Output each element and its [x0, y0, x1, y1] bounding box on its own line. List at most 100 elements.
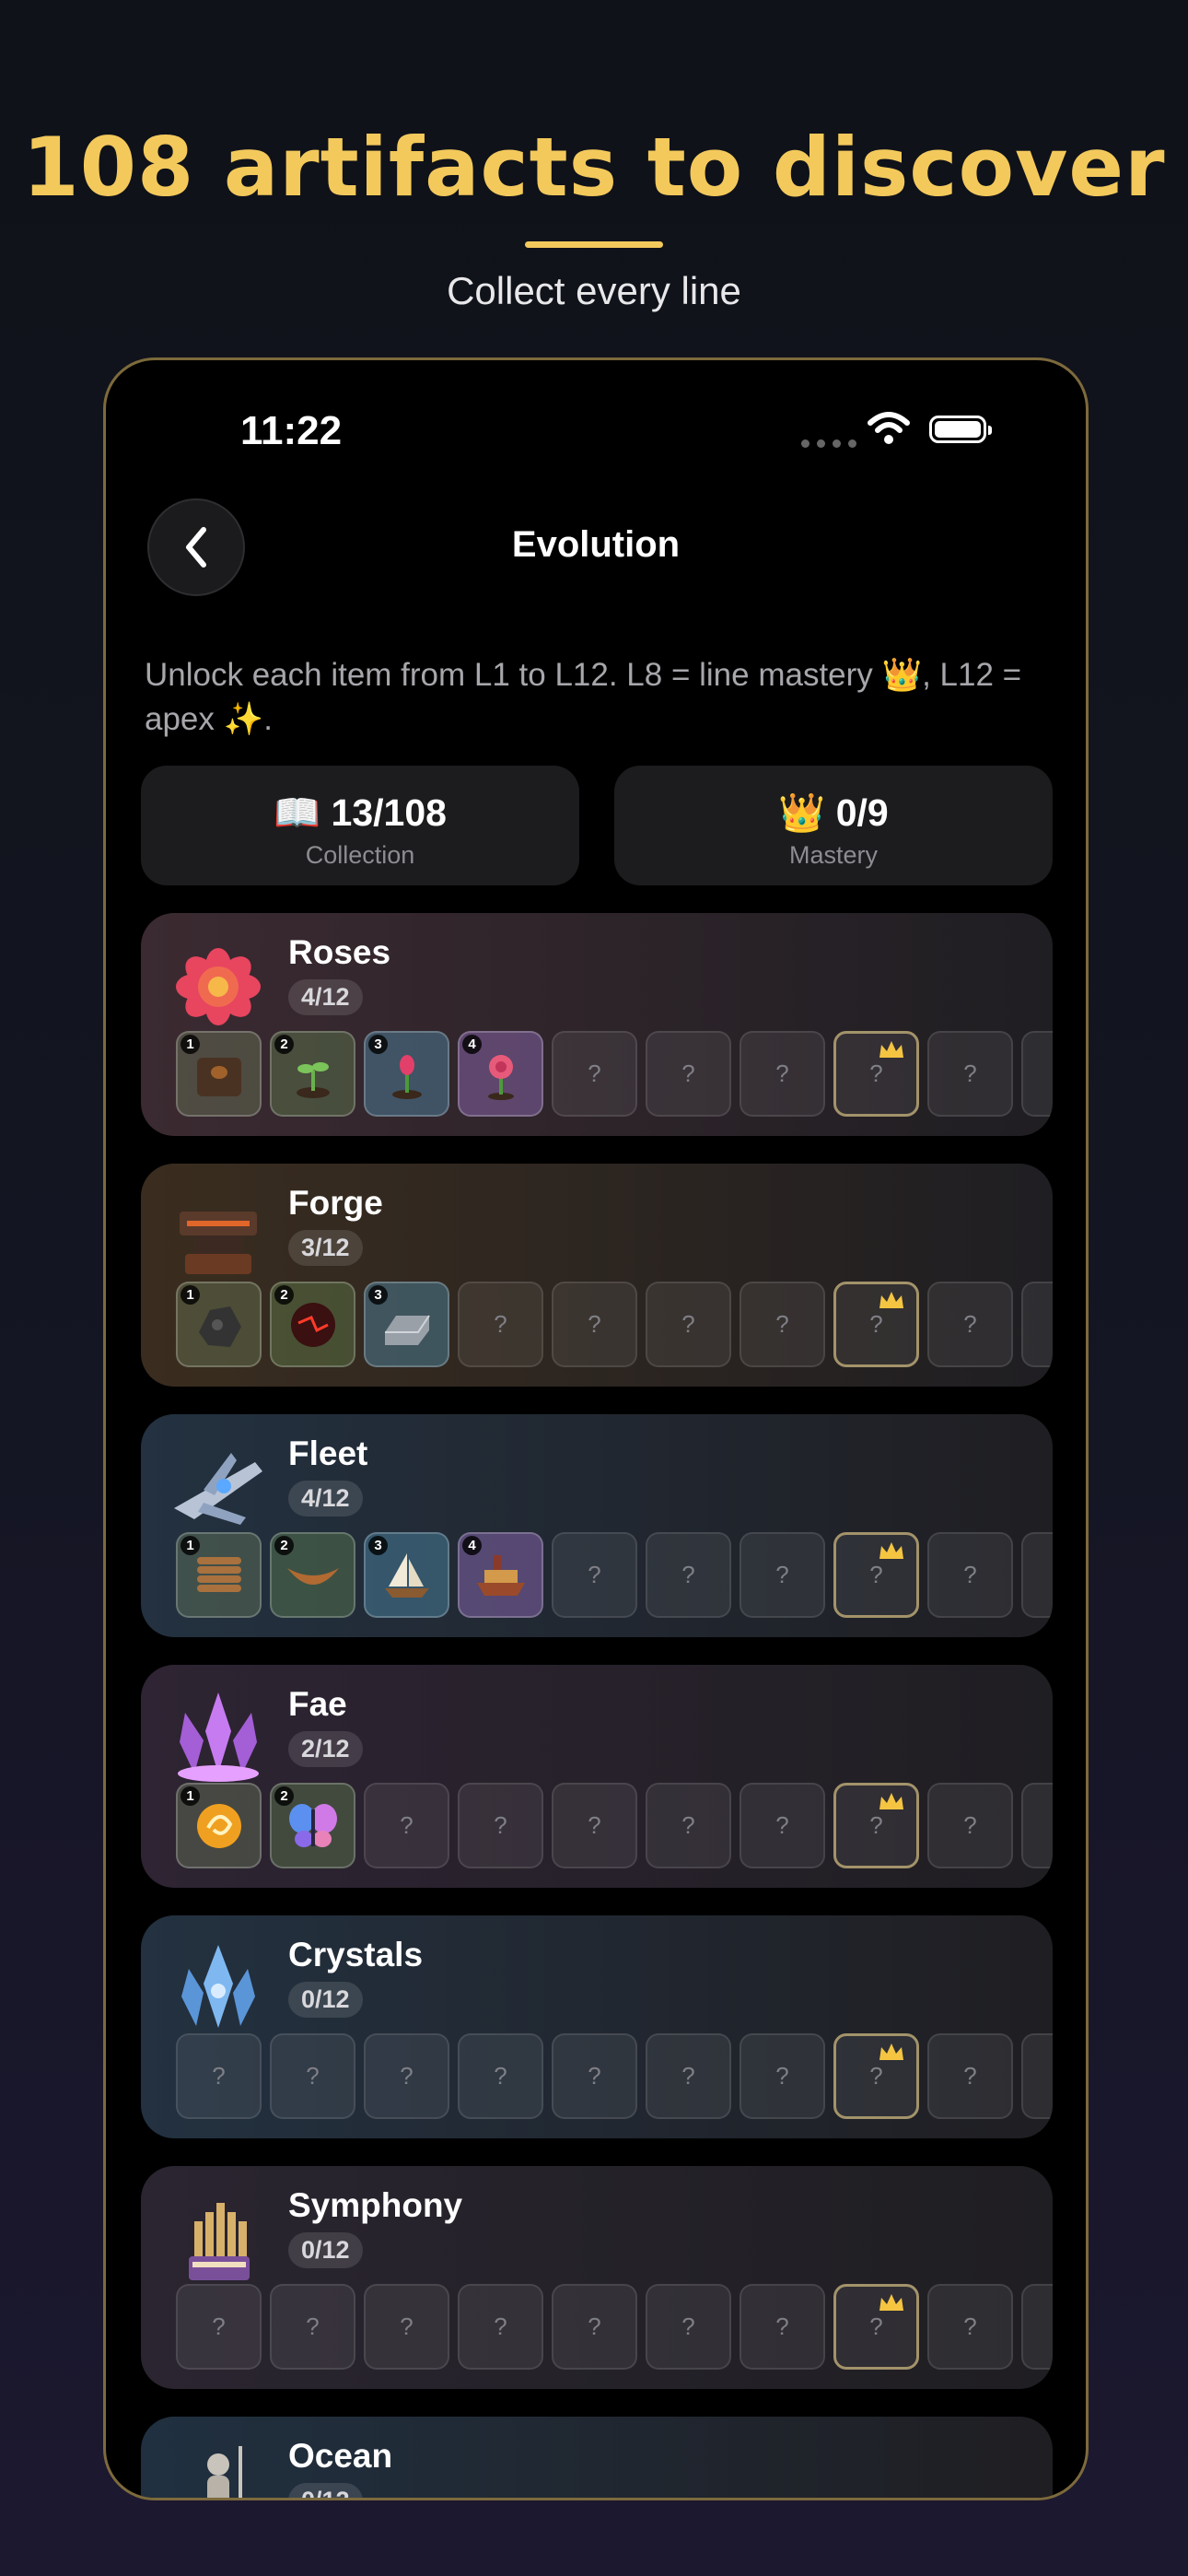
line-name: Forge	[288, 1184, 383, 1222]
item-slot-locked[interactable]: ?	[740, 1282, 825, 1367]
crystal-cluster-icon	[181, 1945, 255, 2028]
item-level-badge: 3	[368, 1536, 388, 1555]
item-slot-locked[interactable]: ?	[646, 1282, 731, 1367]
item-slot-locked[interactable]: ?	[552, 1783, 637, 1868]
item-slot-locked[interactable]: ?	[552, 2284, 637, 2370]
item-slot-locked[interactable]: ?	[740, 1532, 825, 1618]
item-slot-unlocked[interactable]: 1	[176, 1031, 262, 1117]
item-slot-locked[interactable]: ?	[740, 2284, 825, 2370]
item-slot-mastery-locked[interactable]: ?	[833, 1532, 919, 1618]
item-slot-locked[interactable]: ?	[646, 2033, 731, 2119]
item-level-badge: 3	[368, 1285, 388, 1305]
rose-flower-icon	[176, 948, 261, 1025]
item-slot-locked[interactable]: ?	[270, 2033, 355, 2119]
item-slot-locked[interactable]: ?	[646, 1783, 731, 1868]
item-slot-locked[interactable]: ?	[176, 2284, 262, 2370]
item-slot-unlocked[interactable]: 2	[270, 1783, 355, 1868]
item-level-badge: 1	[181, 1786, 200, 1806]
item-slot-unlocked[interactable]: 4	[458, 1031, 543, 1117]
item-slot-locked[interactable]: ?	[458, 1783, 543, 1868]
item-slot-mastery-locked[interactable]: ?	[833, 2284, 919, 2370]
item-level-badge: 2	[274, 1536, 294, 1555]
item-slot-locked[interactable]: ?	[927, 1783, 1013, 1868]
line-card-forge[interactable]: Forge 3/12 1 2 3???????	[141, 1164, 1053, 1387]
item-slot-mastery-locked[interactable]: ?	[833, 1282, 919, 1367]
item-slot-locked[interactable]: ?	[646, 1532, 731, 1618]
item-slot-locked[interactable]: ?	[552, 1282, 637, 1367]
locked-placeholder: ?	[400, 2313, 413, 2340]
item-slot-unlocked[interactable]: 4	[458, 1532, 543, 1618]
item-slot-mastery-locked[interactable]: ?	[833, 1031, 919, 1117]
mastery-crown-icon	[879, 1292, 903, 1308]
item-slot-locked[interactable]: ?	[927, 1532, 1013, 1618]
item-slot-locked[interactable]: ?	[646, 2284, 731, 2370]
locked-placeholder: ?	[869, 1811, 883, 1839]
line-card-fleet[interactable]: Fleet 4/12 1 2 3 4??????	[141, 1414, 1053, 1637]
molten-ore-icon	[290, 1302, 335, 1347]
item-slot-locked[interactable]: ?	[1021, 1031, 1053, 1117]
item-slot-locked[interactable]: ?	[1021, 2033, 1053, 2119]
item-slot-locked[interactable]: ?	[646, 1031, 731, 1117]
poseidon-statue-icon	[207, 2446, 242, 2498]
locked-placeholder: ?	[775, 1811, 789, 1839]
item-slot-locked[interactable]: ?	[740, 1783, 825, 1868]
battery-icon	[929, 416, 992, 443]
rosebud-icon	[391, 1054, 422, 1099]
item-slot-unlocked[interactable]: 3	[364, 1031, 449, 1117]
item-slot-unlocked[interactable]: 2	[270, 1532, 355, 1618]
locked-placeholder: ?	[494, 2313, 507, 2340]
wifi-icon	[868, 412, 910, 444]
line-card-crystals[interactable]: Crystals 0/12??????????	[141, 1915, 1053, 2138]
item-slot-locked[interactable]: ?	[927, 1031, 1013, 1117]
item-slots-row: 1 2 3 4??????	[176, 1031, 1053, 1117]
line-name: Symphony	[288, 2186, 463, 2224]
item-slot-unlocked[interactable]: 3	[364, 1532, 449, 1618]
collection-label: Collection	[305, 841, 415, 869]
line-card-ocean[interactable]: Ocean0/12??????????	[141, 2417, 1053, 2498]
locked-placeholder: ?	[869, 1310, 883, 1338]
promo-subheadline: Collect every line	[447, 269, 741, 312]
item-slot-unlocked[interactable]: 1	[176, 1282, 262, 1367]
item-slot-locked[interactable]: ?	[364, 1783, 449, 1868]
line-card-roses[interactable]: Roses 4/12 1 2 3 4??????	[141, 913, 1053, 1136]
item-slot-locked[interactable]: ?	[552, 1532, 637, 1618]
line-card-symphony[interactable]: Symphony 0/12??????????	[141, 2166, 1053, 2389]
butterfly-icon	[288, 1803, 337, 1847]
item-slot-locked[interactable]: ?	[364, 2284, 449, 2370]
item-slot-unlocked[interactable]: 2	[270, 1031, 355, 1117]
line-name: Fae	[288, 1685, 347, 1723]
line-card-fae[interactable]: Fae 2/12 1 2????????	[141, 1665, 1053, 1888]
item-slot-locked[interactable]: ?	[927, 1282, 1013, 1367]
item-slot-locked[interactable]: ?	[270, 2284, 355, 2370]
item-slot-mastery-locked[interactable]: ?	[833, 2033, 919, 2119]
locked-placeholder: ?	[588, 1060, 601, 1087]
item-slot-locked[interactable]: ?	[458, 1282, 543, 1367]
soil-seed-icon	[196, 1057, 241, 1096]
line-name: Roses	[288, 933, 391, 971]
locked-placeholder: ?	[494, 2062, 507, 2090]
item-slot-locked[interactable]: ?	[552, 1031, 637, 1117]
item-slot-locked[interactable]: ?	[740, 2033, 825, 2119]
item-slot-locked[interactable]: ?	[1021, 1532, 1053, 1618]
item-slot-locked[interactable]: ?	[927, 2284, 1013, 2370]
item-slot-unlocked[interactable]: 2	[270, 1282, 355, 1367]
item-slot-locked[interactable]: ?	[552, 2033, 637, 2119]
item-slot-locked[interactable]: ?	[927, 2033, 1013, 2119]
item-slot-mastery-locked[interactable]: ?	[833, 1783, 919, 1868]
item-slot-locked[interactable]: ?	[458, 2033, 543, 2119]
item-slot-locked[interactable]: ?	[176, 2033, 262, 2119]
item-slot-locked[interactable]: ?	[1021, 1783, 1053, 1868]
item-slot-locked[interactable]: ?	[458, 2284, 543, 2370]
item-slot-unlocked[interactable]: 1	[176, 1783, 262, 1868]
locked-placeholder: ?	[306, 2313, 320, 2340]
mastery-count: 0/9	[835, 791, 889, 834]
line-name: Fleet	[288, 1434, 368, 1472]
item-slot-locked[interactable]: ?	[364, 2033, 449, 2119]
item-level-badge: 2	[274, 1285, 294, 1305]
item-slot-unlocked[interactable]: 3	[364, 1282, 449, 1367]
item-slot-locked[interactable]: ?	[1021, 2284, 1053, 2370]
item-slot-unlocked[interactable]: 1	[176, 1532, 262, 1618]
item-slot-locked[interactable]: ?	[1021, 1282, 1053, 1367]
golden-swirl-icon	[196, 1803, 241, 1848]
item-slot-locked[interactable]: ?	[740, 1031, 825, 1117]
